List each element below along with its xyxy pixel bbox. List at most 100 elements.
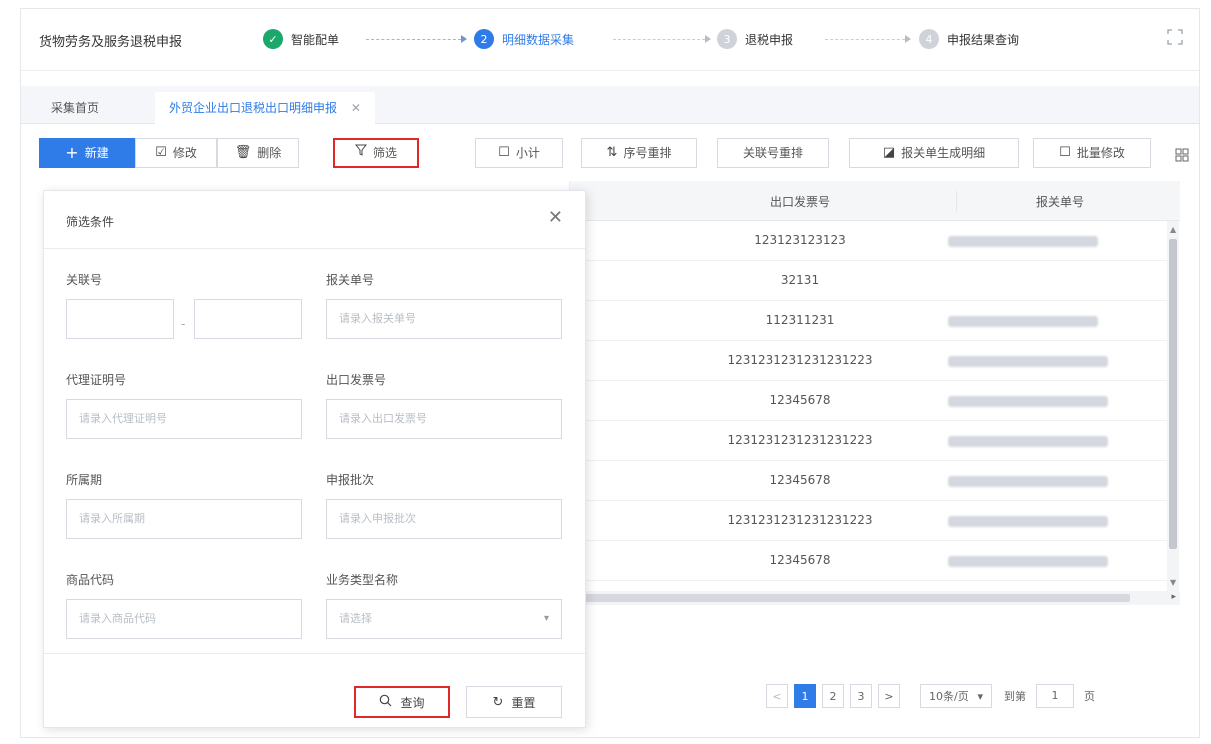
subtotal-button[interactable]: ☐ 小计	[475, 138, 563, 168]
customs-cell-blurred	[948, 236, 1098, 247]
invoice-cell: 1231231231231231223	[727, 513, 873, 527]
next-page-button[interactable]: >	[878, 684, 900, 708]
filter-button[interactable]: 筛选	[333, 138, 419, 168]
step-label: 明细数据采集	[502, 32, 575, 47]
link-no-to-input[interactable]	[194, 299, 302, 339]
fullscreen-icon[interactable]	[1167, 29, 1183, 45]
arrow-right-icon	[705, 35, 711, 43]
table-row[interactable]: 12345678	[570, 381, 1168, 421]
customs-cell-blurred	[948, 396, 1108, 407]
filter-label: 筛选	[372, 146, 397, 160]
table-row[interactable]: 112311231	[570, 301, 1168, 341]
seq-reorder-button[interactable]: ⇅ 序号重排	[581, 138, 697, 168]
step-result-query[interactable]: 4 申报结果查询	[919, 29, 1019, 49]
link-reorder-button[interactable]: 关联号重排	[717, 138, 829, 168]
filter-panel: 筛选条件 ✕ 关联号 - 报关单号 请录入报关单号 代理证明号 请录入代理证明号…	[43, 190, 586, 728]
step-tax-declare[interactable]: 3 退税申报	[717, 29, 793, 49]
agent-cert-input[interactable]: 请录入代理证明号	[66, 399, 302, 439]
arrow-right-icon	[461, 35, 467, 43]
goods-code-input[interactable]: 请录入商品代码	[66, 599, 302, 639]
goto-label: 到第	[1004, 690, 1026, 703]
link-no-from-input[interactable]	[66, 299, 174, 339]
vertical-scrollbar[interactable]: ▲ ▼	[1167, 221, 1179, 591]
step-label: 退税申报	[745, 32, 794, 47]
step-label: 智能配单	[291, 32, 340, 47]
new-button[interactable]: + 新建	[39, 138, 135, 168]
biz-type-placeholder: 请选择	[339, 612, 372, 625]
caret-down-icon: ▾	[977, 689, 983, 703]
column-settings-icon[interactable]	[1175, 148, 1189, 166]
generate-detail-button[interactable]: ◪ 报关单生成明细	[849, 138, 1019, 168]
seq-reorder-label: 序号重排	[623, 146, 672, 160]
tab-export-detail[interactable]: 外贸企业出口退税出口明细申报 ✕	[155, 92, 375, 124]
col-header-invoice[interactable]: 出口发票号	[670, 193, 930, 210]
tab-home[interactable]: 采集首页	[37, 92, 113, 124]
table-row[interactable]: 12345678	[570, 461, 1168, 501]
close-icon[interactable]: ✕	[548, 207, 563, 228]
new-label: 新建	[84, 146, 109, 160]
goto-page-input[interactable]: 1	[1036, 684, 1074, 708]
table-row[interactable]: 32131	[570, 261, 1168, 301]
link-reorder-label: 关联号重排	[742, 146, 803, 160]
funnel-icon	[354, 139, 368, 167]
horizontal-scrollbar[interactable]: ▸	[570, 591, 1180, 605]
refresh-icon: ↻	[492, 694, 504, 710]
invoice-cell: 123123123123	[754, 233, 846, 247]
step-number: 2	[474, 29, 494, 49]
invoice-cell: 32131	[780, 273, 820, 287]
col-header-customs[interactable]: 报关单号	[960, 193, 1160, 210]
scroll-up-icon[interactable]: ▲	[1170, 225, 1176, 234]
step-smart-match[interactable]: ✓ 智能配单	[263, 29, 339, 49]
table-row[interactable]: 12345678	[570, 541, 1168, 581]
query-label: 查询	[400, 695, 425, 710]
step-label: 申报结果查询	[947, 32, 1020, 47]
customs-no-label: 报关单号	[326, 273, 375, 287]
edit-label: 修改	[172, 146, 197, 160]
batch-edit-button[interactable]: ☐ 批量修改	[1033, 138, 1151, 168]
table-row[interactable]: 1231231231231231223	[570, 421, 1168, 461]
invoice-cell: 12345678	[769, 473, 831, 487]
reset-button[interactable]: ↻ 重置	[466, 686, 562, 718]
reset-label: 重置	[511, 695, 536, 710]
step-connector	[366, 39, 461, 40]
period-input[interactable]: 请录入所属期	[66, 499, 302, 539]
scroll-down-icon[interactable]: ▼	[1170, 578, 1176, 587]
scroll-thumb[interactable]	[1169, 239, 1177, 549]
toolbar: + 新建 ☑ 修改 🗑 删除 筛选 ☐ 小计 ⇅ 序号重排 关联号重排 ◪ 报关…	[21, 132, 1199, 172]
batch-edit-icon: ☐	[1059, 145, 1071, 160]
biz-type-select[interactable]: 请选择 ▾	[326, 599, 562, 639]
app-window: 货物劳务及服务退税申报 ✓ 智能配单 2 明细数据采集 3 退税申报 4 申报结…	[20, 8, 1200, 738]
step-detail-collect[interactable]: 2 明细数据采集	[474, 29, 574, 49]
subtotal-label: 小计	[515, 146, 540, 160]
query-button[interactable]: 查询	[354, 686, 450, 718]
customs-no-input[interactable]: 请录入报关单号	[326, 299, 562, 339]
page-3-button[interactable]: 3	[850, 684, 872, 708]
page-1-button[interactable]: 1	[794, 684, 816, 708]
prev-page-button[interactable]: <	[766, 684, 788, 708]
customs-cell-blurred	[948, 356, 1108, 367]
header: 货物劳务及服务退税申报 ✓ 智能配单 2 明细数据采集 3 退税申报 4 申报结…	[21, 9, 1199, 71]
edit-icon: ☑	[155, 145, 167, 160]
export-invoice-input[interactable]: 请录入出口发票号	[326, 399, 562, 439]
customs-cell-blurred	[948, 316, 1098, 327]
goods-code-label: 商品代码	[66, 573, 115, 587]
page-size-select[interactable]: 10条/页 ▾	[920, 684, 992, 708]
page-2-button[interactable]: 2	[822, 684, 844, 708]
batch-input[interactable]: 请录入申报批次	[326, 499, 562, 539]
delete-label: 删除	[257, 146, 282, 160]
scroll-right-icon[interactable]: ▸	[1171, 592, 1176, 602]
close-icon[interactable]: ✕	[351, 101, 361, 115]
customs-cell-blurred	[948, 476, 1108, 487]
table-header: 出口发票号 报关单号	[570, 181, 1180, 221]
page-size-value: 10条/页	[929, 690, 969, 703]
table-row[interactable]: 123123123123	[570, 221, 1168, 261]
table-row[interactable]: 1231231231231231223	[570, 501, 1168, 541]
delete-button[interactable]: 🗑 删除	[217, 138, 299, 168]
table-row[interactable]: 1231231231231231223	[570, 341, 1168, 381]
edit-button[interactable]: ☑ 修改	[135, 138, 217, 168]
data-table: 出口发票号 报关单号 123123123123 32131 112311231 …	[569, 181, 1180, 605]
scroll-thumb[interactable]	[570, 594, 1130, 602]
square-icon: ☐	[498, 145, 510, 160]
caret-down-icon: ▾	[543, 613, 549, 624]
customs-cell-blurred	[948, 556, 1108, 567]
